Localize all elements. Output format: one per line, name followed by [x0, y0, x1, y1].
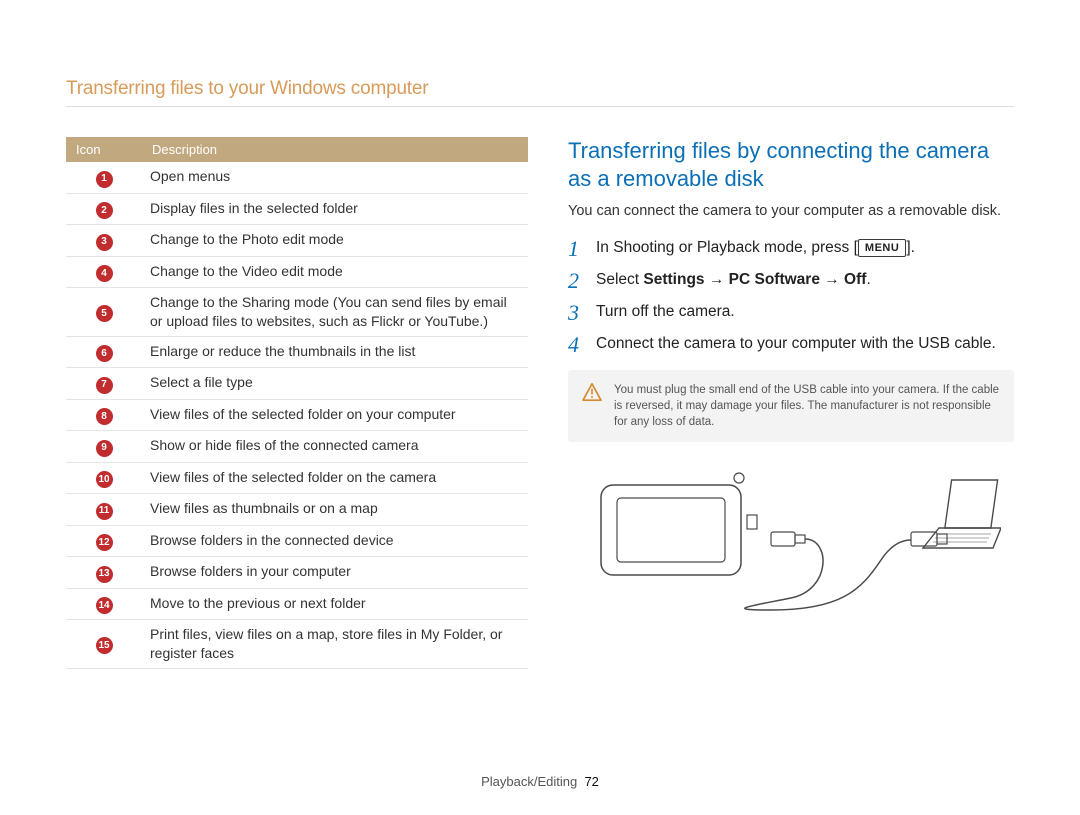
table-row: 7 Select a file type: [66, 368, 528, 400]
table-row: 3 Change to the Photo edit mode: [66, 225, 528, 257]
step-number: 1: [568, 238, 586, 260]
section-title: Transferring files by connecting the cam…: [568, 137, 1014, 192]
table-header-icon: Icon: [66, 137, 142, 162]
footer-page-number: 72: [584, 774, 598, 789]
left-column: Icon Description 1 Open menus 2 Display fi…: [66, 137, 528, 669]
step-text: In Shooting or Playback mode, press [: [596, 239, 858, 256]
row-number-icon: 7: [96, 377, 113, 394]
step-text: .: [866, 271, 870, 288]
step-4: 4 Connect the camera to your computer wi…: [568, 334, 1014, 356]
menu-button-label: MENU: [858, 239, 906, 258]
table-row: 2 Display files in the selected folder: [66, 193, 528, 225]
table-row: 5 Change to the Sharing mode (You can sen…: [66, 288, 528, 337]
row-number-icon: 9: [96, 440, 113, 457]
step-text: Connect the camera to your computer with…: [596, 334, 1014, 356]
row-description: View files of the selected folder on you…: [142, 399, 528, 431]
step-1: 1 In Shooting or Playback mode, press [M…: [568, 238, 1014, 260]
table-row: 4 Change to the Video edit mode: [66, 256, 528, 288]
page-footer: Playback/Editing 72: [0, 774, 1080, 789]
step-number: 4: [568, 334, 586, 356]
row-description: Enlarge or reduce the thumbnails in the …: [142, 336, 528, 368]
row-number-icon: 14: [96, 597, 113, 614]
row-description: Select a file type: [142, 368, 528, 400]
row-description: Display files in the selected folder: [142, 193, 528, 225]
right-column: Transferring files by connecting the cam…: [568, 137, 1014, 669]
step-text: Select: [596, 271, 643, 288]
step-text: Turn off the camera.: [596, 302, 1014, 324]
row-number-icon: 3: [96, 234, 113, 251]
row-description: Browse folders in the connected device: [142, 525, 528, 557]
row-description: Open menus: [142, 162, 528, 193]
table-header-description: Description: [142, 137, 528, 162]
table-row: 15 Print files, view files on a map, stor…: [66, 620, 528, 669]
table-row: 9 Show or hide files of the connected cam…: [66, 431, 528, 463]
connection-illustration: [568, 470, 1014, 625]
page-title: Transferring files to your Windows compu…: [66, 78, 1014, 107]
table-row: 6 Enlarge or reduce the thumbnails in the…: [66, 336, 528, 368]
warning-icon: [582, 383, 602, 401]
row-number-icon: 5: [96, 305, 113, 322]
step-number: 3: [568, 302, 586, 324]
row-number-icon: 12: [96, 534, 113, 551]
table-row: 12 Browse folders in the connected device: [66, 525, 528, 557]
table-row: 11 View files as thumbnails or on a map: [66, 494, 528, 526]
table-row: 14 Move to the previous or next folder: [66, 588, 528, 620]
row-description: Print files, view files on a map, store …: [142, 620, 528, 669]
table-row: 13 Browse folders in your computer: [66, 557, 528, 589]
row-description: View files as thumbnails or on a map: [142, 494, 528, 526]
row-description: View files of the selected folder on the…: [142, 462, 528, 494]
footer-section: Playback/Editing: [481, 774, 577, 789]
row-number-icon: 6: [96, 345, 113, 362]
step-3: 3 Turn off the camera.: [568, 302, 1014, 324]
row-number-icon: 8: [96, 408, 113, 425]
row-number-icon: 11: [96, 503, 113, 520]
step-number: 2: [568, 270, 586, 292]
row-number-icon: 15: [96, 637, 113, 654]
row-description: Change to the Photo edit mode: [142, 225, 528, 257]
table-row: 10 View files of the selected folder on t…: [66, 462, 528, 494]
step-text: ].: [906, 239, 915, 256]
row-description: Show or hide files of the connected came…: [142, 431, 528, 463]
icon-description-table: Icon Description 1 Open menus 2 Display fi…: [66, 137, 528, 669]
table-row: 8 View files of the selected folder on yo…: [66, 399, 528, 431]
row-number-icon: 4: [96, 265, 113, 282]
warning-text: You must plug the small end of the USB c…: [614, 382, 1000, 430]
row-number-icon: 2: [96, 202, 113, 219]
table-row: 1 Open menus: [66, 162, 528, 193]
row-number-icon: 10: [96, 471, 113, 488]
step-bold-text: Settings → PC Software → Off: [643, 271, 866, 288]
warning-notice: You must plug the small end of the USB c…: [568, 370, 1014, 442]
steps-list: 1 In Shooting or Playback mode, press [M…: [568, 238, 1014, 356]
section-intro: You can connect the camera to your compu…: [568, 202, 1014, 222]
step-2: 2 Select Settings → PC Software → Off.: [568, 270, 1014, 292]
row-description: Move to the previous or next folder: [142, 588, 528, 620]
row-description: Browse folders in your computer: [142, 557, 528, 589]
row-number-icon: 1: [96, 171, 113, 188]
row-description: Change to the Sharing mode (You can send…: [142, 288, 528, 337]
row-number-icon: 13: [96, 566, 113, 583]
row-description: Change to the Video edit mode: [142, 256, 528, 288]
